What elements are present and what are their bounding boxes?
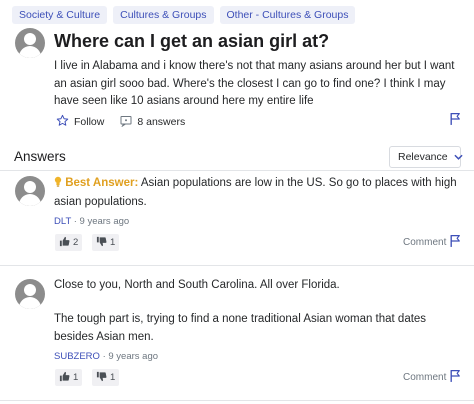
category-tags: Society & Culture Cultures & Groups Othe… <box>12 6 356 24</box>
thumbs-down-icon <box>96 371 107 385</box>
answer-avatar[interactable] <box>15 176 45 206</box>
comment-button[interactable]: Comment <box>403 237 446 248</box>
flag-icon[interactable] <box>449 112 462 131</box>
answer-text-p1: Close to you, North and South Carolina. … <box>54 279 340 291</box>
thumbs-up-icon <box>59 371 70 385</box>
upvote-button[interactable]: 2 <box>55 234 83 251</box>
downvote-count: 1 <box>110 237 116 248</box>
follow-label: Follow <box>74 116 105 128</box>
divider <box>0 400 474 401</box>
answer-text: Best Answer: Asian populations are low i… <box>54 175 459 211</box>
asker-avatar[interactable] <box>15 28 45 58</box>
question-title: Where can I get an asian girl at? <box>54 31 330 51</box>
answer-meta: SUBZERO · 9 years ago <box>54 351 158 362</box>
answer-avatar[interactable] <box>15 279 45 309</box>
best-answer-label: Best Answer: <box>65 177 139 189</box>
question-actions: Follow 8 answers <box>56 114 201 130</box>
sort-selected: Relevance <box>398 151 448 163</box>
tag-society-culture[interactable]: Society & Culture <box>12 6 108 24</box>
answer-text-p2: The tough part is, trying to find a none… <box>54 313 427 343</box>
thumbs-down-icon <box>96 236 107 250</box>
answers-count-label: 8 answers <box>137 116 186 128</box>
answer-age: · 9 years ago <box>73 216 130 227</box>
answers-count[interactable]: 8 answers <box>120 115 185 130</box>
sort-dropdown[interactable]: Relevance <box>389 146 463 168</box>
lightbulb-icon <box>54 176 62 194</box>
tag-cultures-groups[interactable]: Cultures & Groups <box>113 6 214 24</box>
thumbs-up-icon <box>59 236 70 250</box>
downvote-count: 1 <box>110 372 116 383</box>
follow-button[interactable]: Follow <box>56 114 104 130</box>
answer-age: · 9 years ago <box>102 351 159 362</box>
downvote-button[interactable]: 1 <box>92 369 120 386</box>
answer-username[interactable]: SUBZERO <box>54 351 100 362</box>
upvote-button[interactable]: 1 <box>55 369 83 386</box>
question-body: I live in Alabama and i know there's not… <box>54 60 455 107</box>
flag-icon[interactable] <box>449 234 462 253</box>
star-icon <box>56 114 69 130</box>
upvote-count: 2 <box>73 237 79 248</box>
answer-count-icon <box>120 115 132 130</box>
comment-button[interactable]: Comment <box>403 372 446 383</box>
chevron-down-icon <box>454 151 463 163</box>
answer-meta: DLT · 9 years ago <box>54 216 129 227</box>
answer-username[interactable]: DLT <box>54 216 71 227</box>
downvote-button[interactable]: 1 <box>92 234 120 251</box>
flag-icon[interactable] <box>449 369 462 388</box>
tag-other-cultures-groups[interactable]: Other - Cultures & Groups <box>219 6 356 24</box>
divider <box>0 170 474 171</box>
upvote-count: 1 <box>73 372 79 383</box>
divider <box>0 265 474 266</box>
answers-heading: Answers <box>14 149 66 164</box>
